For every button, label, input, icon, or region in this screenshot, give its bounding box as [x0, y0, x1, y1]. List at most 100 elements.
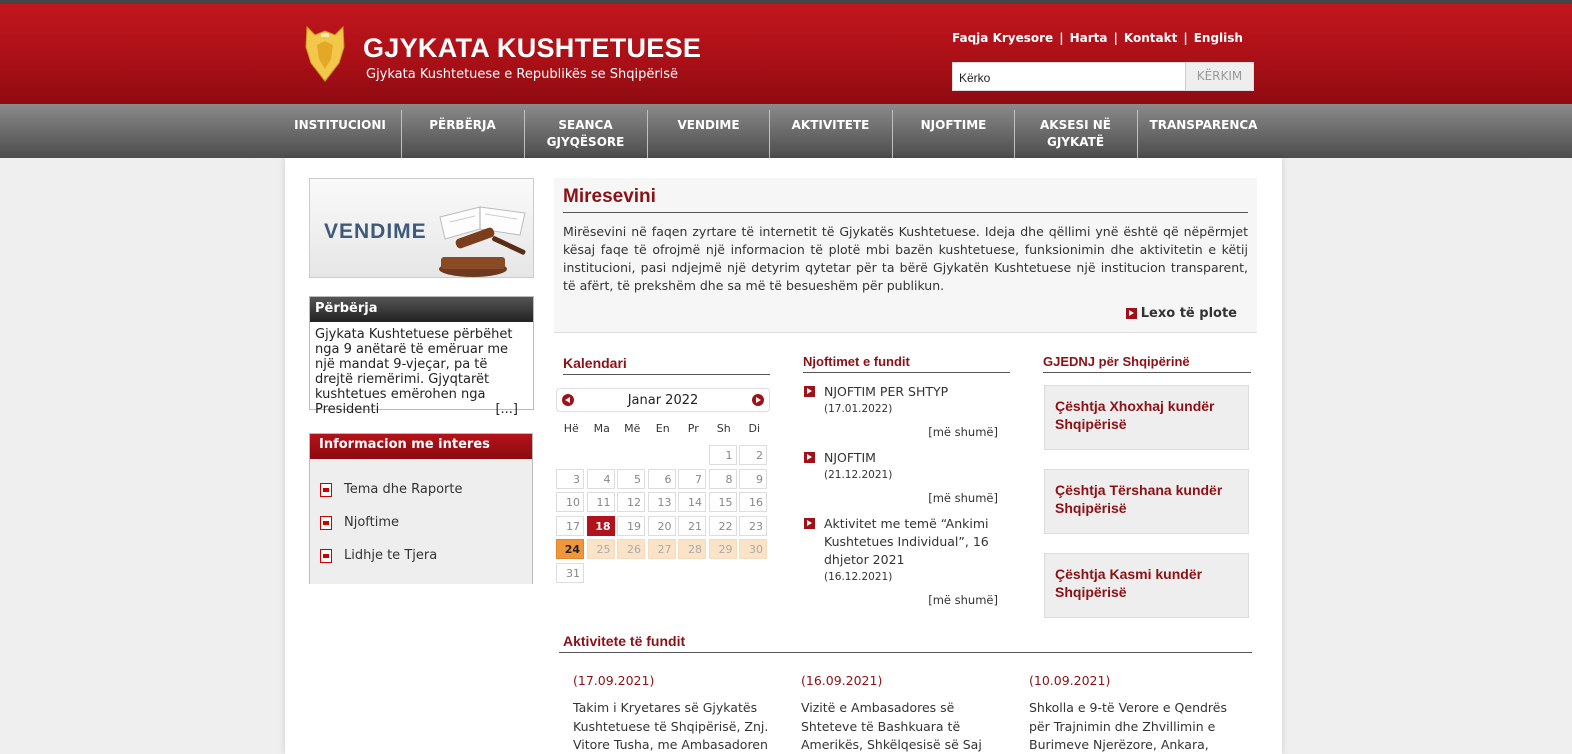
nav-njoftime[interactable]: NJOFTIME — [893, 104, 1014, 158]
calendar-day[interactable]: 16 — [739, 492, 767, 512]
info-item-tema[interactable]: Tema dhe Raporte — [310, 473, 532, 506]
nav-institucioni[interactable]: INSTITUCIONI — [281, 104, 399, 158]
calendar-day[interactable]: 6 — [647, 468, 676, 489]
read-more-link[interactable]: Lexo të plote — [1125, 306, 1237, 321]
link-contact[interactable]: Kontakt — [1124, 31, 1177, 45]
calendar-day[interactable]: 22 — [708, 515, 737, 536]
news-more-link[interactable]: [më shumë] — [824, 423, 998, 441]
calendar-grid: 1 2 3 4 5 6 7 8 9 10 11 12 13 14 15 16 17 18 19 20 21 22 23 24 2… — [556, 445, 770, 583]
calendar-day[interactable]: 28 — [678, 539, 706, 559]
activity-item: (10.09.2021) Shkolla e 9-të Verore e Qen… — [1029, 673, 1229, 754]
calendar-day[interactable]: 15 — [708, 492, 737, 512]
calendar-day[interactable]: 13 — [647, 492, 676, 512]
nav-perberja[interactable]: PËRBËRJA — [402, 104, 523, 158]
perberja-more-link[interactable]: [...] — [495, 402, 518, 417]
calendar-empty-cell — [617, 445, 645, 465]
activity-date: (10.09.2021) — [1029, 673, 1111, 688]
activity-text[interactable]: Vizitë e Ambasadores së Shteteve të Bash… — [801, 699, 1001, 754]
nav-aktivitete[interactable]: AKTIVITETE — [770, 104, 891, 158]
info-title: Informacion me interes — [310, 434, 532, 459]
news-item-title[interactable]: NJOFTIM PER SHTYP — [824, 383, 998, 401]
link-home[interactable]: Faqja Kryesore — [952, 31, 1053, 45]
activity-date: (17.09.2021) — [573, 673, 655, 688]
calendar-day[interactable]: 21 — [678, 515, 706, 536]
calendar-day[interactable]: 7 — [678, 468, 706, 489]
calendar-day[interactable]: 11 — [586, 492, 615, 512]
nav-vendime[interactable]: VENDIME — [648, 104, 769, 158]
info-item-njoftime[interactable]: Njoftime — [310, 506, 532, 539]
next-month-icon[interactable] — [751, 394, 764, 406]
calendar-day[interactable]: 5 — [617, 468, 645, 489]
calendar: Janar 2022 Hë Ma Më En Pr Sh Di 1 2 3 4 5 6 7 8 9 10 11 1… — [556, 388, 770, 583]
calendar-day[interactable]: 2 — [739, 445, 767, 465]
info-item-label: Lidhje te Tjera — [344, 548, 438, 563]
site-title[interactable]: GJYKATA KUSHTETUESE — [363, 33, 701, 64]
info-item-label: Tema dhe Raporte — [344, 482, 463, 497]
search-input[interactable]: Kërko — [953, 63, 1185, 90]
news-item: NJOFTIM PER SHTYP (17.01.2022) [më shumë… — [803, 383, 998, 441]
activity-item: (17.09.2021) Takim i Kryetares së Gjykat… — [573, 673, 773, 754]
activity-item: (16.09.2021) Vizitë e Ambasadores së Sht… — [801, 673, 1001, 754]
activity-text[interactable]: Takim i Kryetares së Gjykatës Kushtetues… — [573, 699, 773, 754]
info-item-lidhje[interactable]: Lidhje te Tjera — [310, 539, 532, 572]
link-sitemap[interactable]: Harta — [1070, 31, 1108, 45]
calendar-day[interactable]: 31 — [556, 562, 584, 583]
welcome-section: Miresevini Mirësevini në faqen zyrtare t… — [554, 178, 1257, 333]
calendar-day[interactable]: 8 — [708, 468, 737, 489]
perberja-body: Gjykata Kushtetuese përbëhet nga 9 anëta… — [315, 327, 513, 417]
perberja-text: Gjykata Kushtetuese përbëhet nga 9 anëta… — [310, 322, 533, 422]
news-more-link[interactable]: [më shumë] — [824, 489, 998, 507]
calendar-day[interactable]: 25 — [586, 539, 615, 559]
calendar-day[interactable]: 24 — [556, 539, 584, 559]
calendar-day[interactable]: 14 — [678, 492, 706, 512]
calendar-day[interactable]: 18 — [586, 515, 615, 536]
news-more-link[interactable]: [më shumë] — [824, 591, 998, 609]
calendar-day[interactable]: 1 — [708, 445, 737, 465]
arrow-right-icon — [804, 452, 815, 463]
calendar-day[interactable]: 26 — [617, 539, 645, 559]
link-separator: | — [1113, 31, 1118, 45]
gjednj-title: GJEDNJ për Shqipërinë — [1043, 354, 1251, 373]
nav-transparenca[interactable]: TRANSPARENCA — [1138, 104, 1269, 158]
news-item-title[interactable]: NJOFTIM — [824, 449, 998, 467]
link-english[interactable]: English — [1194, 31, 1243, 45]
calendar-day[interactable]: 9 — [739, 468, 767, 489]
calendar-day[interactable]: 27 — [647, 539, 676, 559]
site-subtitle: Gjykata Kushtetuese e Republikës se Shqi… — [366, 67, 679, 82]
prev-month-icon[interactable] — [562, 394, 574, 406]
case-kasmi[interactable]: Çështja Kasmi kundër Shqipërisë — [1044, 553, 1249, 618]
calendar-day[interactable]: 12 — [617, 492, 645, 512]
case-tershana[interactable]: Çështja Tërshana kundër Shqipërisë — [1044, 469, 1249, 534]
search-button[interactable]: KËRKIM — [1185, 63, 1253, 90]
case-xhoxhaj[interactable]: Çështja Xhoxhaj kundër Shqipërisë — [1044, 385, 1249, 450]
nav-seanca[interactable]: SEANCA GJYQËSORE — [525, 104, 646, 158]
vendime-banner[interactable]: VENDIME — [309, 178, 534, 278]
activity-date: (16.09.2021) — [801, 673, 883, 688]
calendar-weekdays: Hë Ma Më En Pr Sh Di — [556, 422, 770, 435]
calendar-day[interactable]: 29 — [708, 539, 737, 559]
banner-label: VENDIME — [324, 220, 427, 243]
calendar-day[interactable]: 19 — [617, 515, 645, 536]
calendar-day[interactable]: 23 — [739, 515, 767, 536]
court-emblem-logo[interactable] — [303, 25, 347, 83]
weekday-label: En — [655, 422, 670, 435]
news-list: NJOFTIM PER SHTYP (17.01.2022) [më shumë… — [803, 383, 998, 609]
arrow-right-icon — [1125, 308, 1137, 319]
news-item-title[interactable]: Aktivitet me temë “Ankimi Kushtetues Ind… — [824, 515, 998, 569]
search-bar: Kërko KËRKIM — [952, 62, 1254, 91]
calendar-day[interactable]: 20 — [647, 515, 676, 536]
book-gavel-image — [439, 206, 526, 277]
calendar-empty-cell — [648, 445, 676, 465]
arrow-right-icon — [804, 386, 815, 397]
welcome-text: Mirësevini në faqen zyrtare të interneti… — [563, 224, 1248, 293]
calendar-day[interactable]: 30 — [739, 539, 767, 559]
activity-text[interactable]: Shkolla e 9-të Verore e Qendrës për Traj… — [1029, 699, 1229, 754]
calendar-day[interactable]: 10 — [556, 492, 584, 512]
calendar-day[interactable]: 17 — [556, 515, 584, 536]
calendar-day[interactable]: 4 — [586, 468, 615, 489]
arrow-right-icon — [804, 518, 815, 529]
perberja-box: Përbërja Gjykata Kushtetuese përbëhet ng… — [309, 296, 534, 417]
nav-aksesi[interactable]: AKSESI NË GJYKATË — [1015, 104, 1136, 158]
calendar-day[interactable]: 3 — [556, 468, 584, 489]
weekday-label: Hë — [563, 422, 579, 435]
